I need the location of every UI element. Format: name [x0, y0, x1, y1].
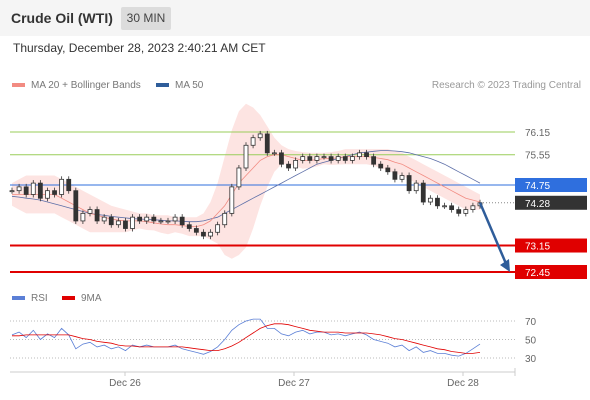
candle-body [30, 182, 36, 195]
candle-body [151, 216, 157, 222]
candle-body [243, 144, 249, 169]
candle-body [215, 224, 221, 233]
candle-body [101, 216, 107, 222]
candle-body [229, 186, 235, 214]
candle-body [201, 231, 206, 237]
candle-body [108, 216, 114, 226]
candle-body [470, 205, 476, 210]
candle-body [328, 156, 334, 161]
candle-body [349, 156, 355, 161]
candle-body [392, 171, 398, 180]
candle-body [271, 152, 277, 155]
candle-body [442, 205, 447, 208]
candle-body [130, 216, 135, 229]
level-label-75.55: 75.55 [525, 151, 550, 162]
rsi-tick-30: 30 [525, 354, 537, 365]
candle-body [193, 228, 199, 233]
candle-body [335, 156, 341, 161]
level-label-73.15: 73.15 [525, 242, 550, 253]
candle-body [463, 209, 469, 214]
candle-body [300, 156, 306, 161]
candle-body [16, 186, 22, 192]
candle-body [371, 156, 377, 165]
candle-body [364, 152, 369, 158]
candle-body [357, 152, 362, 158]
candle-body [427, 197, 433, 203]
candle-body [321, 156, 327, 159]
candle-body [314, 156, 320, 161]
candle-body [73, 190, 79, 222]
candle-body [172, 216, 178, 222]
candle-body [435, 197, 440, 207]
candle-body [123, 220, 128, 229]
candle-body [186, 224, 192, 229]
candle-body [406, 175, 412, 192]
candle-body [37, 182, 43, 199]
candle-body [378, 163, 384, 169]
candle-body [137, 216, 143, 222]
candle-body [222, 212, 228, 226]
candle-body [307, 156, 313, 161]
candle-body [279, 152, 284, 165]
candle-body [257, 133, 263, 139]
candle-body [45, 190, 50, 199]
chart-canvas: 76.15 75.55 74.75 74.28 73.15 72.45 70 50 30 Dec … [9, 103, 587, 389]
candle-body [94, 209, 100, 222]
rsi-tick-50: 50 [525, 336, 537, 347]
candle-body [87, 209, 93, 214]
candle-body [80, 212, 86, 222]
x-tick-label: Dec 28 [447, 378, 479, 389]
forecast-arrow [478, 202, 509, 267]
candle-body [9, 190, 15, 193]
candle-body [286, 163, 291, 169]
candle-body [59, 178, 65, 195]
candle-body [413, 182, 419, 192]
rsi-series-9ma [12, 323, 481, 354]
candle-body [342, 156, 348, 161]
candle-body [144, 216, 150, 222]
rsi-tick-70: 70 [525, 317, 537, 328]
candle-body [264, 133, 270, 154]
candle-body [179, 216, 185, 226]
candle-body [66, 178, 72, 192]
candle-body [293, 160, 299, 169]
candle-body [208, 231, 213, 237]
level-label-74.75: 74.75 [525, 181, 550, 192]
candle-body [158, 220, 164, 223]
x-tick-label: Dec 27 [278, 378, 310, 389]
level-label-76.15: 76.15 [525, 128, 550, 139]
candle-body [399, 175, 405, 180]
level-label-74.28: 74.28 [525, 199, 550, 210]
candle-body [385, 167, 391, 173]
candle-body [165, 220, 171, 223]
x-tick-label: Dec 26 [109, 378, 141, 389]
level-label-72.45: 72.45 [525, 268, 550, 279]
candle-body [420, 182, 426, 203]
candle-body [236, 167, 242, 188]
candle-body [115, 220, 121, 226]
candle-body [52, 190, 57, 195]
candle-body [23, 186, 29, 195]
candle-body [456, 209, 462, 214]
candle-body [449, 205, 455, 210]
candle-body [250, 137, 256, 146]
